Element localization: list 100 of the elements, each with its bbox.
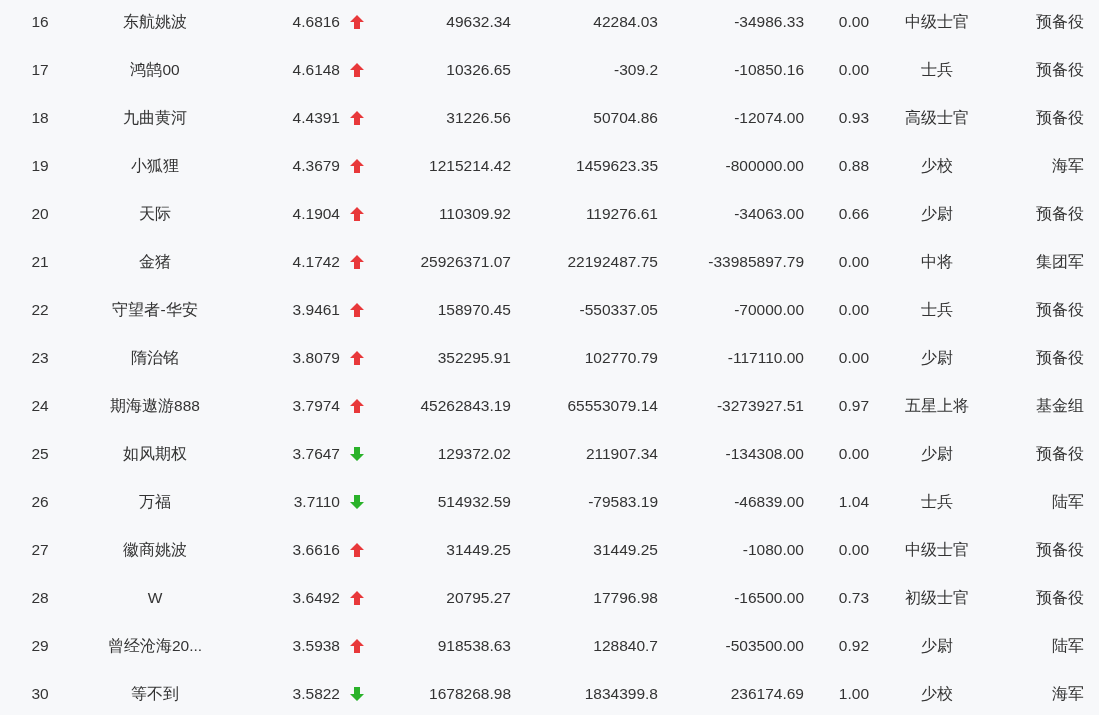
up-arrow-icon bbox=[350, 351, 364, 365]
table-cell-text: -12074.00 bbox=[733, 109, 804, 127]
table-cell-text: 东航姚波 bbox=[122, 11, 188, 32]
table-cell-text: 21 bbox=[30, 253, 50, 271]
table-cell-text: 士兵 bbox=[920, 59, 954, 80]
table-cell-text: 3.9461 bbox=[291, 301, 340, 319]
table-cell-text: 3.7974 bbox=[291, 397, 340, 415]
table-cell-text: 集团军 bbox=[1035, 251, 1084, 272]
table-cell-text: -70000.00 bbox=[733, 301, 804, 319]
table-cell-text: -10850.16 bbox=[733, 61, 804, 79]
up-arrow-icon bbox=[350, 63, 364, 77]
table-cell-text: 25 bbox=[30, 445, 50, 463]
table-cell-text: 少尉 bbox=[920, 203, 954, 224]
table-cell-text: 曾经沧海20... bbox=[106, 635, 204, 656]
table-cell-text: 20 bbox=[30, 205, 50, 223]
table-cell-text: 16 bbox=[30, 13, 50, 31]
up-arrow-icon bbox=[350, 399, 364, 413]
up-arrow-icon bbox=[350, 159, 364, 173]
table-cell-text: 0.66 bbox=[837, 205, 869, 223]
table-cell-text: 3.7110 bbox=[292, 493, 340, 511]
table-cell-text: 352295.91 bbox=[436, 349, 511, 367]
table-cell-text: 24 bbox=[30, 397, 50, 415]
table-cell-text: -800000.00 bbox=[724, 157, 804, 175]
table-cell-text: 预备役 bbox=[1035, 347, 1084, 368]
table-cell-text: 高级士官 bbox=[904, 107, 970, 128]
table-cell-text: 0.00 bbox=[837, 349, 869, 367]
table-cell-text: 中级士官 bbox=[904, 539, 970, 560]
table-cell-text: 27 bbox=[30, 541, 50, 559]
table-cell-text: 102770.79 bbox=[583, 349, 658, 367]
up-arrow-icon bbox=[350, 303, 364, 317]
table-cell-text: 士兵 bbox=[920, 491, 954, 512]
table-cell-text: 3.7647 bbox=[291, 445, 340, 463]
table-cell-text: 士兵 bbox=[920, 299, 954, 320]
table-cell-text: 少校 bbox=[920, 683, 954, 704]
table-cell-text: 45262843.19 bbox=[419, 397, 511, 415]
table-cell-text: 天际 bbox=[138, 203, 172, 224]
table-cell-text: 预备役 bbox=[1035, 443, 1084, 464]
table-cell-text: 0.92 bbox=[837, 637, 869, 655]
table-cell-text: 徽商姚波 bbox=[122, 539, 188, 560]
table-cell-text: 1.00 bbox=[837, 685, 869, 703]
down-arrow-icon bbox=[350, 687, 364, 701]
table-cell-text: 基金组 bbox=[1035, 395, 1084, 416]
table-cell-text: 预备役 bbox=[1035, 539, 1084, 560]
table-cell-text: 预备役 bbox=[1035, 203, 1084, 224]
table-cell-text: 211907.34 bbox=[584, 445, 658, 463]
table-cell-text: 129372.02 bbox=[436, 445, 511, 463]
table-cell-text: 1215214.42 bbox=[428, 157, 511, 175]
table-cell-text: 42284.03 bbox=[592, 13, 658, 31]
table-cell-text: 514932.59 bbox=[436, 493, 511, 511]
table-cell-text: 19 bbox=[30, 157, 50, 175]
table-cell-text: 初级士官 bbox=[904, 587, 970, 608]
table-cell-text: 0.00 bbox=[837, 253, 869, 271]
table-cell-text: 119276.61 bbox=[584, 205, 658, 223]
table-cell-text: 金猪 bbox=[138, 251, 172, 272]
table-cell-text: 31449.25 bbox=[592, 541, 658, 559]
table-cell-text: 0.00 bbox=[837, 541, 869, 559]
table-cell-text: 1678268.98 bbox=[428, 685, 511, 703]
table-cell-text: 4.3679 bbox=[291, 157, 340, 175]
table-cell-text: 预备役 bbox=[1035, 59, 1084, 80]
up-arrow-icon bbox=[350, 639, 364, 653]
table-cell-text: 隋治铭 bbox=[130, 347, 180, 368]
up-arrow-icon bbox=[350, 543, 364, 557]
table-cell-text: -503500.00 bbox=[724, 637, 804, 655]
table-cell-text: 期海遨游888 bbox=[109, 395, 201, 416]
table-cell-text: 10326.65 bbox=[445, 61, 511, 79]
table-cell-text: 鸿鹄00 bbox=[129, 59, 181, 80]
table-cell-text: 50704.86 bbox=[592, 109, 658, 127]
table-cell-text: 预备役 bbox=[1035, 11, 1084, 32]
up-arrow-icon bbox=[350, 111, 364, 125]
table-cell-text: -1080.00 bbox=[741, 541, 804, 559]
table-cell-text: 0.00 bbox=[837, 61, 869, 79]
table-cell-text: 3.5938 bbox=[291, 637, 340, 655]
table-cell-text: 3.5822 bbox=[291, 685, 340, 703]
down-arrow-icon bbox=[350, 447, 364, 461]
table-cell-text: 万福 bbox=[138, 491, 172, 512]
table-cell-text: 65553079.14 bbox=[566, 397, 658, 415]
table-cell-text: 预备役 bbox=[1035, 299, 1084, 320]
table-cell-text: 4.4391 bbox=[291, 109, 340, 127]
table-cell-text: -46839.00 bbox=[733, 493, 804, 511]
table-cell-text: 0.88 bbox=[837, 157, 869, 175]
table-cell-text: 少尉 bbox=[920, 635, 954, 656]
table-cell-text: 守望者-华安 bbox=[111, 299, 199, 320]
table-cell-text: 49632.34 bbox=[445, 13, 511, 31]
table-cell-text: 3.6492 bbox=[291, 589, 340, 607]
table-cell-text: 236174.69 bbox=[729, 685, 804, 703]
table-cell-text: 4.1742 bbox=[291, 253, 340, 271]
table-cell-text: -117110.00 bbox=[726, 349, 804, 367]
table-cell-text: 0.97 bbox=[837, 397, 869, 415]
table-cell-text: 3.6616 bbox=[291, 541, 340, 559]
table-cell-text: 25926371.07 bbox=[419, 253, 511, 271]
table-cell-text: 26 bbox=[30, 493, 50, 511]
table-cell-text: 18 bbox=[30, 109, 50, 127]
table-cell-text: 中将 bbox=[920, 251, 954, 272]
table-cell-text: 少尉 bbox=[920, 443, 954, 464]
table-cell-text: 少尉 bbox=[920, 347, 954, 368]
table-cell-text: 31449.25 bbox=[445, 541, 511, 559]
table-cell-text: 17 bbox=[30, 61, 50, 79]
table-cell-text: -309.2 bbox=[613, 61, 658, 79]
table-cell-text: 1834399.8 bbox=[583, 685, 658, 703]
up-arrow-icon bbox=[350, 591, 364, 605]
